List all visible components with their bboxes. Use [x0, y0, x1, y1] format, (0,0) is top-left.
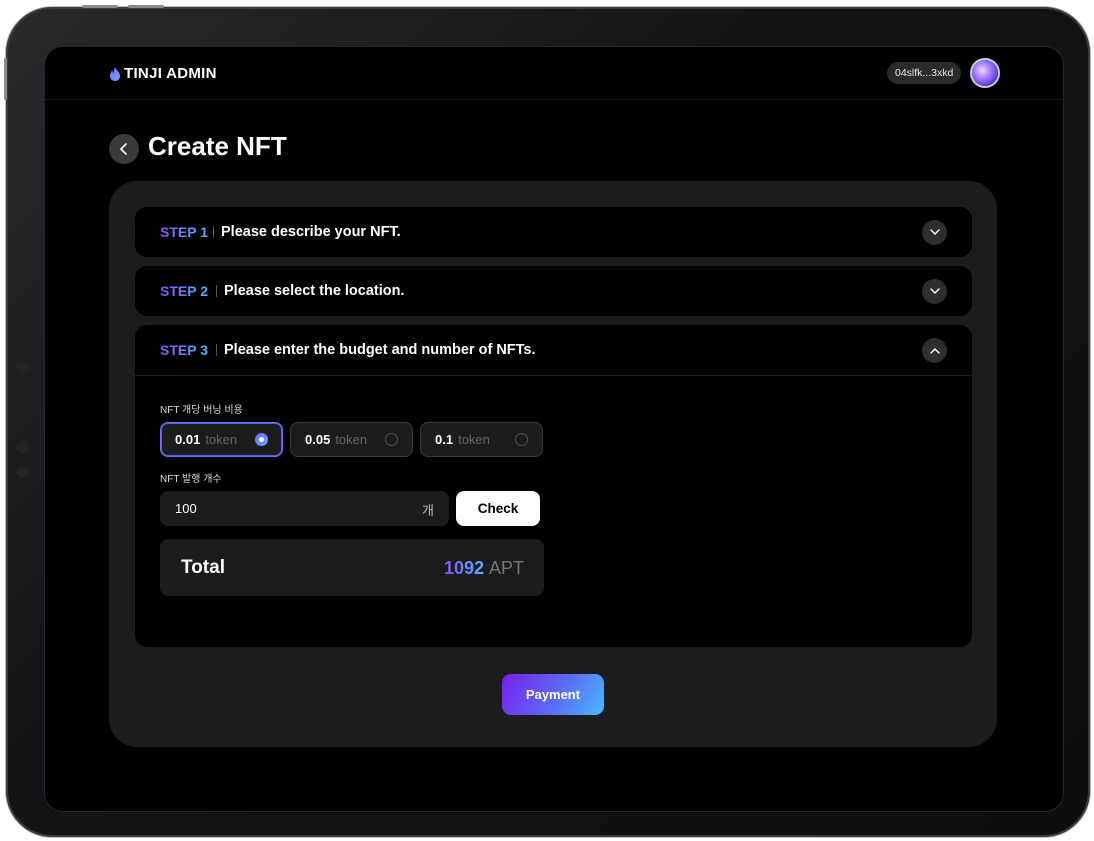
back-button[interactable]	[109, 134, 139, 164]
create-nft-card: STEP 1 Please describe your NFT. STEP 2 …	[109, 181, 997, 747]
power-button	[4, 58, 7, 100]
mint-count-input[interactable]: 100 개	[160, 491, 449, 526]
user-avatar[interactable]	[972, 60, 998, 86]
step-2-label: STEP 2	[160, 283, 208, 299]
step-3-accordion: STEP 3 Please enter the budget and numbe…	[135, 325, 972, 647]
flame-icon	[110, 66, 120, 81]
step-1-expand-button[interactable]	[922, 220, 947, 245]
radio-selected-icon[interactable]	[255, 433, 268, 446]
mint-count-value: 100	[175, 501, 197, 516]
chevron-down-icon	[929, 288, 940, 294]
step-2-expand-button[interactable]	[922, 279, 947, 304]
step-2-title: Please select the location.	[224, 283, 405, 299]
volume-button	[82, 5, 118, 8]
step-1-header[interactable]: STEP 1 Please describe your NFT.	[135, 207, 972, 257]
total-summary: Total 1092 APT	[160, 539, 544, 596]
page-title: Create NFT	[148, 131, 287, 161]
tablet-frame: TINJI ADMIN 04slfk...3xkd Create NFT STE…	[6, 7, 1090, 837]
chevron-up-icon	[929, 348, 940, 354]
radio-unselected-icon[interactable]	[385, 433, 398, 446]
option-value: 0.01	[175, 432, 201, 447]
burn-cost-label: NFT 개당 버닝 비용	[160, 405, 243, 416]
option-unit: token	[205, 432, 238, 447]
mint-count-unit: 개	[422, 503, 434, 518]
sensor-dot	[17, 467, 28, 478]
step-2-accordion[interactable]: STEP 2 Please select the location.	[135, 266, 972, 316]
option-unit: token	[458, 432, 490, 447]
step-3-title: Please enter the budget and number of NF…	[224, 342, 536, 358]
camera-dot	[16, 362, 29, 375]
step-3-divider	[135, 375, 972, 376]
app-screen: TINJI ADMIN 04slfk...3xkd Create NFT STE…	[45, 47, 1063, 811]
step-1-accordion[interactable]: STEP 1 Please describe your NFT.	[135, 207, 972, 257]
wallet-address-badge[interactable]: 04slfk...3xkd	[887, 62, 962, 84]
top-bar: TINJI ADMIN 04slfk...3xkd	[45, 47, 1063, 100]
step-2-header[interactable]: STEP 2 Please select the location.	[135, 266, 972, 316]
step-3-collapse-button[interactable]	[922, 338, 947, 363]
option-value: 0.1	[435, 432, 454, 447]
step-1-title: Please describe your NFT.	[221, 224, 401, 240]
total-label: Total	[181, 557, 225, 578]
chevron-down-icon	[929, 229, 940, 235]
step-3-header[interactable]: STEP 3 Please enter the budget and numbe…	[135, 325, 972, 375]
budget-option-0.1[interactable]: 0.1 token	[420, 422, 543, 457]
brand-logo[interactable]: TINJI ADMIN	[109, 65, 217, 82]
step-1-label: STEP 1	[160, 224, 208, 240]
step-divider	[213, 226, 214, 238]
total-amount: 1092 APT	[444, 558, 524, 579]
option-value: 0.05	[305, 432, 331, 447]
radio-unselected-icon[interactable]	[515, 433, 528, 446]
step-3-label: STEP 3	[160, 342, 208, 358]
option-unit: token	[335, 432, 368, 447]
step-divider	[216, 285, 217, 297]
payment-button[interactable]: Payment	[502, 674, 604, 715]
step-divider	[216, 344, 217, 356]
check-button[interactable]: Check	[456, 491, 540, 526]
budget-option-0.01[interactable]: 0.01 token	[160, 422, 283, 457]
brand-name: TINJI ADMIN	[124, 65, 217, 82]
sensor-dot	[16, 440, 29, 453]
chevron-left-icon	[120, 143, 127, 155]
total-unit: APT	[488, 558, 524, 578]
mint-count-label: NFT 발행 개수	[160, 474, 222, 485]
budget-option-0.05[interactable]: 0.05 token	[290, 422, 413, 457]
total-value: 1092	[443, 558, 484, 578]
volume-button	[128, 5, 164, 8]
